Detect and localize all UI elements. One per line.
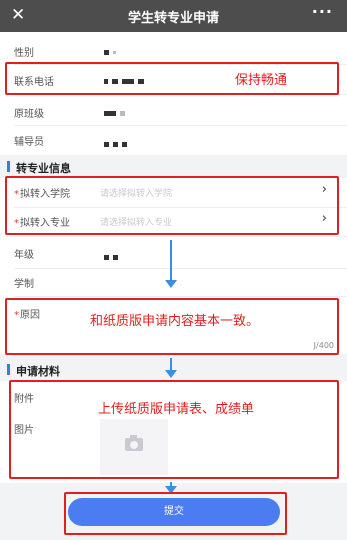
section-accent-bar [7,161,10,172]
counselor-value [104,139,131,150]
transfer-section-title: 转专业信息 [16,162,71,175]
top-bar: ✕ 学生转专业申请 ··· [0,0,347,32]
section-accent-bar [7,364,10,375]
major-select-highlight-box [5,176,339,235]
grade-value [104,252,122,263]
gender-label: 性别 [14,48,34,59]
arrow-down-icon [165,358,177,378]
materials-highlight-box [9,380,339,479]
arrow-down-icon [165,240,177,288]
arrow-down-icon [165,482,177,494]
phone-annotation: 保持畅通 [235,73,288,88]
submit-highlight-box [64,492,287,535]
phone-highlight-box [5,62,339,95]
divider [14,268,347,269]
divider [14,296,347,297]
materials-section-title: 申请材料 [16,365,60,378]
counselor-label: 辅导员 [14,137,44,148]
grade-label: 年级 [14,250,34,261]
divider [14,236,347,237]
page-title: 学生转专业申请 [127,11,219,26]
original-class-value [104,108,129,119]
transfer-section-header: 转专业信息 [0,156,347,178]
divider [14,125,347,126]
original-class-label: 原班级 [14,109,44,120]
more-options-icon[interactable]: ··· [312,2,333,21]
materials-annotation: 上传纸质版申请表、成绩单 [98,402,255,417]
duration-label: 学制 [14,279,34,290]
reason-annotation: 和纸质版申请内容基本一致。 [90,314,260,329]
gender-value [104,47,120,58]
